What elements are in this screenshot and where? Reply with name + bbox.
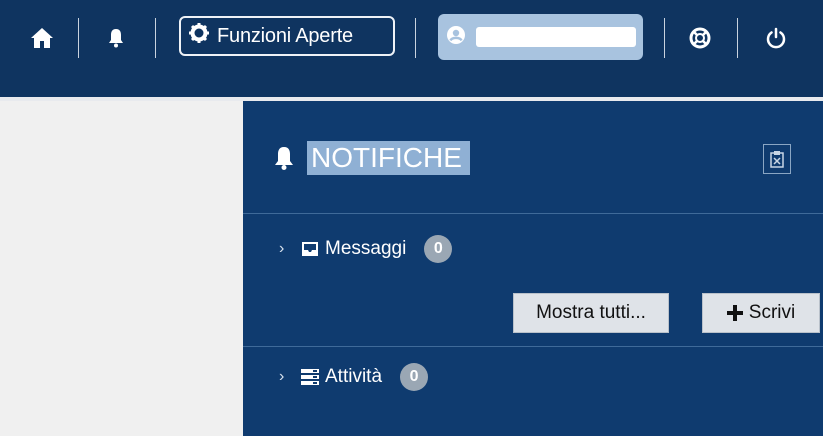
open-functions-button[interactable]: Funzioni Aperte: [179, 16, 395, 56]
activities-label: Attività: [325, 366, 383, 387]
home-icon[interactable]: [28, 24, 56, 52]
show-all-label: Mostra tutti...: [536, 302, 646, 323]
redacted-username: [476, 27, 636, 47]
separator: [737, 18, 738, 58]
clipboard-icon[interactable]: [763, 144, 791, 174]
divider: [243, 346, 823, 347]
messages-row[interactable]: › Messaggi 0: [279, 235, 453, 263]
show-all-button[interactable]: Mostra tutti...: [513, 293, 669, 333]
activities-row[interactable]: › Attività 0: [279, 363, 429, 391]
write-label: Scrivi: [748, 302, 796, 323]
user-menu[interactable]: [438, 14, 643, 60]
separator: [664, 18, 665, 58]
plus-icon: [726, 305, 743, 321]
user-icon: [446, 25, 466, 50]
top-navbar: Funzioni Aperte: [0, 0, 823, 101]
notifications-panel: NOTIFICHE › Messaggi 0 Mostra tutti... S…: [243, 101, 823, 436]
write-button[interactable]: Scrivi: [702, 293, 820, 333]
separator: [78, 18, 79, 58]
divider: [243, 213, 823, 214]
separator: [415, 18, 416, 58]
chevron-right-icon: ›: [279, 368, 285, 385]
open-functions-label: Funzioni Aperte: [217, 24, 353, 47]
bell-icon[interactable]: [102, 24, 130, 52]
lifebuoy-icon[interactable]: [686, 24, 714, 52]
activities-count-badge: 0: [400, 363, 429, 391]
messages-count-badge: 0: [424, 235, 453, 263]
notifications-title: NOTIFICHE: [307, 141, 470, 175]
tasks-icon: [299, 366, 321, 388]
gear-icon: [189, 23, 209, 49]
messages-label: Messaggi: [325, 238, 407, 259]
inbox-icon: [299, 238, 321, 260]
bell-icon: [273, 145, 295, 176]
power-icon[interactable]: [762, 24, 790, 52]
separator: [155, 18, 156, 58]
notifications-header: NOTIFICHE: [243, 101, 823, 213]
chevron-right-icon: ›: [279, 240, 285, 257]
